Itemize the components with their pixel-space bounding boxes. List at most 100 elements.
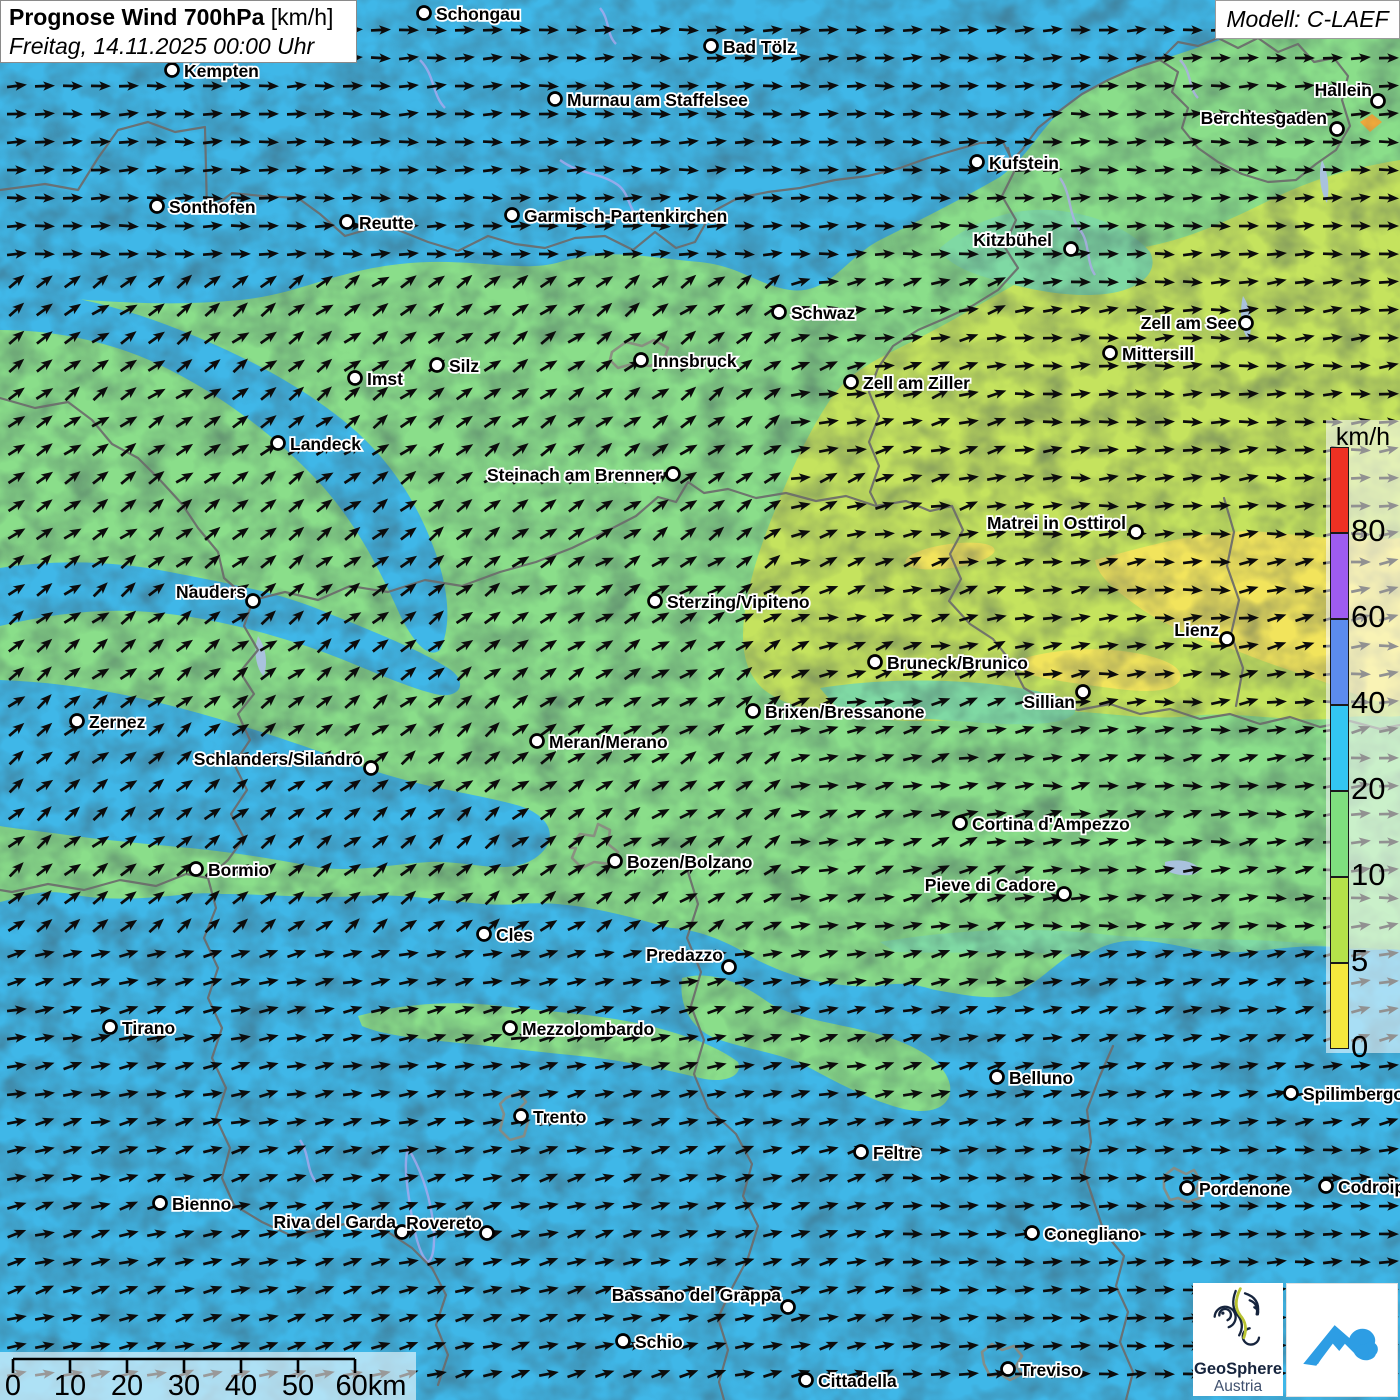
city-label: Bozen/Bolzano bbox=[627, 852, 752, 872]
city-marker bbox=[272, 437, 285, 450]
partner-logo-box bbox=[1286, 1283, 1398, 1397]
geosphere-country: Austria bbox=[1193, 1378, 1283, 1395]
city-marker bbox=[481, 1227, 494, 1240]
city-label: Predazzo bbox=[646, 945, 723, 965]
city: Steinach am Brenner bbox=[487, 465, 680, 485]
city-label: Bienno bbox=[172, 1194, 231, 1214]
city-label: Imst bbox=[367, 369, 403, 389]
city-label: Codroipo bbox=[1338, 1177, 1400, 1197]
city-marker bbox=[506, 209, 519, 222]
city-label: Bad Tölz bbox=[723, 37, 796, 57]
legend-tick-label: 40 bbox=[1351, 685, 1385, 721]
city-label: Zell am Ziller bbox=[863, 373, 970, 393]
city-label: Schio bbox=[635, 1332, 683, 1352]
city-marker bbox=[431, 359, 444, 372]
city-label: Belluno bbox=[1009, 1068, 1073, 1088]
legend-segment bbox=[1330, 877, 1349, 963]
city-label: Nauders bbox=[176, 582, 246, 602]
wind-speed-legend: km/h806040201050 bbox=[1326, 420, 1400, 1053]
city-label: Tirano bbox=[122, 1018, 175, 1038]
city-marker bbox=[845, 376, 858, 389]
scale-bar-label: 20 bbox=[111, 1370, 143, 1400]
city-marker bbox=[504, 1022, 517, 1035]
title-unit: [km/h] bbox=[271, 4, 334, 30]
city-label: Sterzing/Vipiteno bbox=[667, 592, 810, 612]
city-label: Schwaz bbox=[791, 303, 855, 323]
geosphere-logo-box: GeoSphere Austria bbox=[1193, 1283, 1283, 1396]
city-marker bbox=[1026, 1227, 1039, 1240]
city-label: Kempten bbox=[184, 61, 259, 81]
city-marker bbox=[1320, 1180, 1333, 1193]
city-label: Bormio bbox=[208, 860, 269, 880]
city-label: Cles bbox=[496, 925, 533, 945]
city: Bozen/Bolzano bbox=[609, 852, 753, 872]
scale-bar-label: 40 bbox=[225, 1370, 257, 1400]
city-marker bbox=[190, 863, 203, 876]
legend-tick-label: 20 bbox=[1351, 771, 1385, 807]
city-marker bbox=[954, 817, 967, 830]
title-text: Prognose Wind 700hPa bbox=[9, 4, 264, 30]
city: Zell am See bbox=[1141, 313, 1253, 333]
city-marker bbox=[1372, 95, 1385, 108]
city-label: Garmisch-Partenkirchen bbox=[524, 206, 727, 226]
city-label: Pordenone bbox=[1199, 1179, 1291, 1199]
city-label: Bruneck/Brunico bbox=[887, 653, 1028, 673]
forecast-datetime: Freitag, 14.11.2025 00:00 Uhr bbox=[9, 32, 348, 61]
city-label: Berchtesgaden bbox=[1201, 108, 1327, 128]
city: Brixen/Bressanone bbox=[747, 702, 925, 722]
city-marker bbox=[723, 961, 736, 974]
city-label: Treviso bbox=[1020, 1360, 1081, 1380]
legend-tick-label: 60 bbox=[1351, 599, 1385, 635]
city-label: Zernez bbox=[89, 712, 146, 732]
geosphere-wordmark: GeoSphere bbox=[1193, 1361, 1283, 1378]
scale-bar: 0102030405060km bbox=[0, 1352, 416, 1400]
city-marker bbox=[515, 1110, 528, 1123]
city-marker bbox=[418, 7, 431, 20]
city-label: Silz bbox=[449, 356, 479, 376]
legend-segment bbox=[1330, 963, 1349, 1049]
city-marker bbox=[609, 855, 622, 868]
city: Sterzing/Vipiteno bbox=[649, 592, 810, 612]
city-label: Cittadella bbox=[818, 1371, 897, 1391]
city: Zell am Ziller bbox=[845, 373, 971, 393]
city-marker bbox=[1058, 888, 1071, 901]
city-label: Schongau bbox=[436, 4, 521, 24]
city-marker bbox=[1240, 317, 1253, 330]
city-marker bbox=[1002, 1363, 1015, 1376]
scale-bar-graphic: 0102030405060km bbox=[0, 1352, 416, 1400]
scale-bar-label: 0 bbox=[5, 1370, 21, 1400]
city-marker bbox=[154, 1197, 167, 1210]
city-label: Reutte bbox=[359, 213, 414, 233]
city: Murnau am Staffelsee bbox=[549, 90, 749, 110]
legend-segment bbox=[1330, 447, 1349, 533]
city-marker bbox=[1181, 1182, 1194, 1195]
city-marker bbox=[166, 64, 179, 77]
geosphere-contour-icon bbox=[1203, 1283, 1273, 1355]
legend-segment bbox=[1330, 705, 1349, 791]
city-marker bbox=[800, 1374, 813, 1387]
city-marker bbox=[991, 1071, 1004, 1084]
legend-segment bbox=[1330, 791, 1349, 877]
city-marker bbox=[747, 705, 760, 718]
city-label: Schlanders/Silandro bbox=[194, 749, 363, 769]
legend-tick-label: 5 bbox=[1351, 943, 1368, 979]
city-marker bbox=[649, 595, 662, 608]
legend-segment bbox=[1330, 533, 1349, 619]
city-marker bbox=[1104, 347, 1117, 360]
city-label: Steinach am Brenner bbox=[487, 465, 662, 485]
city-label: Trento bbox=[533, 1107, 586, 1127]
city-marker bbox=[705, 40, 718, 53]
city-label: Rovereto bbox=[406, 1213, 482, 1233]
city-label: Spilimbergo bbox=[1303, 1084, 1400, 1104]
city-label: Landeck bbox=[290, 434, 361, 454]
mountain-logo-icon bbox=[1296, 1294, 1388, 1386]
legend-segment bbox=[1330, 619, 1349, 705]
city-marker bbox=[782, 1301, 795, 1314]
city: Meran/Merano bbox=[531, 732, 668, 752]
city-label: Kitzbühel bbox=[973, 230, 1052, 250]
city-marker bbox=[478, 928, 491, 941]
city-label: Pieve di Cadore bbox=[925, 875, 1057, 895]
city-marker bbox=[341, 216, 354, 229]
city-marker bbox=[531, 735, 544, 748]
city-label: Matrei in Osttirol bbox=[987, 513, 1126, 533]
